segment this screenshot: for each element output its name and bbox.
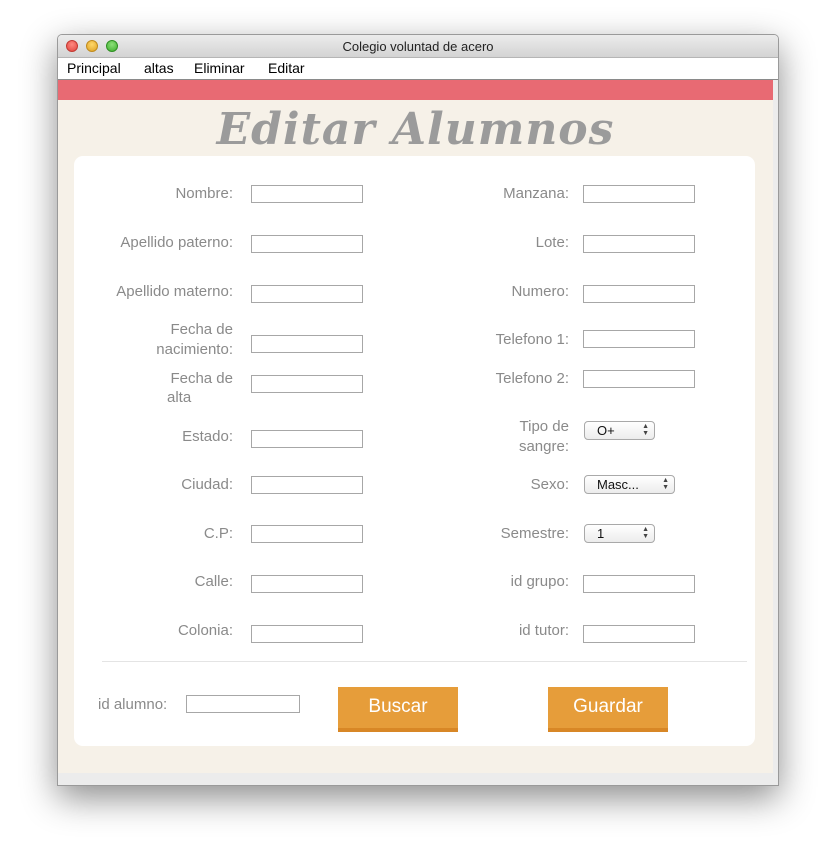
- guardar-button[interactable]: Guardar: [548, 687, 668, 732]
- nombre-input[interactable]: [251, 185, 363, 203]
- apellido-paterno-input[interactable]: [251, 235, 363, 253]
- tipo-sangre-value: O+: [597, 423, 615, 438]
- header-accent-bar: [58, 80, 773, 100]
- app-window: Colegio voluntad de acero Principal alta…: [57, 34, 779, 786]
- title-bar: Colegio voluntad de acero: [58, 35, 778, 58]
- telefono2-input[interactable]: [583, 370, 695, 388]
- fecha-alta-label-line1: Fecha de: [170, 370, 233, 387]
- form-divider: [102, 661, 747, 662]
- menu-bar: Principal altas Eliminar Editar: [58, 58, 778, 80]
- numero-label: Numero:: [511, 283, 569, 300]
- telefono1-input[interactable]: [583, 330, 695, 348]
- buscar-button[interactable]: Buscar: [338, 687, 458, 732]
- window-bottom-strip: [58, 773, 778, 785]
- id-tutor-input[interactable]: [583, 625, 695, 643]
- menu-editar[interactable]: Editar: [268, 60, 305, 76]
- form-card: Nombre: Apellido paterno: Apellido mater…: [74, 156, 755, 746]
- manzana-label: Manzana:: [503, 185, 569, 202]
- lote-label: Lote:: [535, 234, 569, 251]
- ciudad-label: Ciudad:: [181, 476, 233, 493]
- fecha-nacimiento-label-line2: nacimiento:: [156, 341, 233, 358]
- menu-eliminar[interactable]: Eliminar: [194, 60, 245, 76]
- apellido-materno-input[interactable]: [251, 285, 363, 303]
- estado-label: Estado:: [182, 428, 233, 445]
- select-arrows-icon: ▲ ▼: [662, 477, 669, 491]
- colonia-input[interactable]: [251, 625, 363, 643]
- telefono1-label: Telefono 1:: [495, 331, 569, 348]
- estado-input[interactable]: [251, 430, 363, 448]
- lote-input[interactable]: [583, 235, 695, 253]
- cp-input[interactable]: [251, 525, 363, 543]
- tipo-sangre-label-line1: Tipo de: [519, 418, 569, 435]
- numero-input[interactable]: [583, 285, 695, 303]
- sexo-value: Masc...: [597, 477, 639, 492]
- semestre-select[interactable]: 1 ▲ ▼: [584, 524, 655, 543]
- select-arrows-icon: ▲ ▼: [642, 423, 649, 437]
- fecha-alta-label-line2: alta: [167, 389, 192, 406]
- id-alumno-input[interactable]: [186, 695, 300, 713]
- sexo-select[interactable]: Masc... ▲ ▼: [584, 475, 675, 494]
- semestre-value: 1: [597, 526, 605, 541]
- page-title: Editar Alumnos: [216, 104, 615, 155]
- apellido-paterno-label: Apellido paterno:: [120, 234, 233, 251]
- menu-principal[interactable]: Principal: [67, 60, 121, 76]
- sexo-label: Sexo:: [530, 476, 569, 493]
- calle-label: Calle:: [194, 573, 233, 590]
- fecha-nacimiento-input[interactable]: [251, 335, 363, 353]
- calle-input[interactable]: [251, 575, 363, 593]
- telefono2-label: Telefono 2:: [495, 370, 569, 387]
- semestre-label: Semestre:: [500, 525, 569, 542]
- manzana-input[interactable]: [583, 185, 695, 203]
- apellido-materno-label: Apellido materno:: [116, 283, 233, 300]
- nombre-label: Nombre:: [175, 185, 233, 202]
- menu-altas[interactable]: altas: [144, 60, 174, 76]
- id-alumno-label: id alumno:: [98, 696, 168, 713]
- select-arrows-icon: ▲ ▼: [642, 526, 649, 540]
- id-tutor-label: id tutor:: [518, 622, 569, 639]
- id-grupo-input[interactable]: [583, 575, 695, 593]
- id-grupo-label: id grupo:: [510, 573, 569, 590]
- cp-label: C.P:: [203, 525, 233, 542]
- fecha-nacimiento-label-line1: Fecha de: [170, 321, 233, 338]
- ciudad-input[interactable]: [251, 476, 363, 494]
- fecha-alta-input[interactable]: [251, 375, 363, 393]
- colonia-label: Colonia:: [177, 622, 233, 639]
- tipo-sangre-label-line2: sangre:: [518, 438, 569, 455]
- window-title: Colegio voluntad de acero: [342, 39, 494, 54]
- content-area: Editar Alumnos Nombre: Apellido paterno:…: [58, 100, 773, 773]
- tipo-sangre-select[interactable]: O+ ▲ ▼: [584, 421, 655, 440]
